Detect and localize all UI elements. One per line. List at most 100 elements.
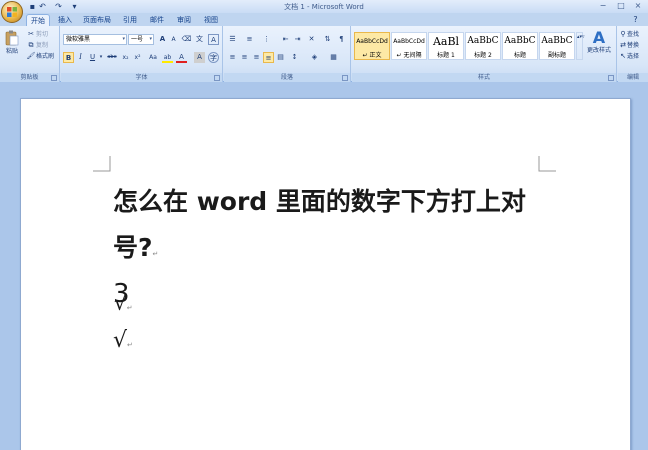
check-under-digit[interactable]: √↵: [114, 292, 133, 319]
style-preview: AaBbC: [467, 36, 499, 46]
distributed-icon[interactable]: ▤: [275, 52, 286, 63]
align-right-icon[interactable]: ≡: [251, 52, 262, 63]
style-name: ↵ 无间隔: [396, 52, 422, 59]
standalone-check[interactable]: √↵: [113, 328, 133, 358]
paste-label: 粘贴: [5, 48, 18, 55]
heading-text: 怎么在 word 里面的数字下方打上对号?: [113, 187, 526, 262]
document-heading[interactable]: 怎么在 word 里面的数字下方打上对号?↵: [113, 179, 553, 277]
replace-label: 替换: [627, 42, 640, 49]
enclose-char-button[interactable]: 字: [208, 52, 219, 63]
superscript-button[interactable]: x²: [132, 52, 143, 63]
subscript-button[interactable]: x₂: [120, 52, 131, 63]
tab-insert[interactable]: 插入: [54, 14, 76, 26]
font-group-label: 字体: [61, 73, 222, 82]
increase-indent-icon[interactable]: ⇥: [292, 34, 303, 45]
styles-group-label: 样式: [352, 73, 616, 82]
close-button[interactable]: ×: [631, 1, 645, 11]
change-styles-label: 更改样式: [586, 47, 611, 54]
sort-icon[interactable]: ⇅: [322, 34, 333, 45]
shrink-font-button[interactable]: A: [168, 34, 179, 45]
styles-scroll-icon[interactable]: ▴▾▿: [576, 32, 585, 60]
style-no-spacing[interactable]: AaBbCcDd ↵ 无间隔: [391, 32, 427, 60]
binoculars-icon: ⚲: [620, 30, 626, 38]
font-launcher-icon[interactable]: [214, 75, 220, 81]
window-title: 文档 1 - Microsoft Word: [284, 3, 364, 11]
show-marks-icon[interactable]: ¶: [336, 34, 347, 45]
cut-button[interactable]: ✂ 剪切: [26, 29, 48, 40]
style-preview: AaBbC: [504, 36, 536, 46]
change-styles-icon: A: [592, 28, 606, 47]
italic-button[interactable]: I: [75, 52, 86, 63]
char-border-button[interactable]: A: [208, 34, 219, 45]
style-normal[interactable]: AaBbCcDd ↵ 正文: [354, 32, 390, 60]
highlight-button[interactable]: ab: [162, 52, 173, 63]
brush-icon: 🖌: [26, 52, 36, 60]
office-button[interactable]: [1, 1, 23, 23]
clipboard-launcher-icon[interactable]: [51, 75, 57, 81]
chevron-down-icon[interactable]: ▾: [98, 52, 104, 63]
styles-launcher-icon[interactable]: [608, 75, 614, 81]
shading-icon[interactable]: ◈: [309, 52, 320, 63]
find-label: 查找: [627, 31, 640, 38]
phonetic-guide-button[interactable]: 文: [194, 34, 205, 45]
bullets-icon[interactable]: ☰: [227, 34, 238, 45]
style-name: 副标题: [547, 52, 566, 59]
style-heading-1[interactable]: AaBl 标题 1: [428, 32, 464, 60]
multilevel-list-icon[interactable]: ⋮: [261, 34, 272, 45]
align-left-icon[interactable]: ≡: [227, 52, 238, 63]
paragraph-mark-icon: ↵: [152, 250, 159, 258]
editing-group-label: 编辑: [618, 73, 648, 82]
style-heading-2[interactable]: AaBbC 标题 2: [465, 32, 501, 60]
tab-page-layout[interactable]: 页面布局: [80, 14, 114, 26]
change-styles-button[interactable]: A 更改样式: [584, 29, 614, 65]
help-icon[interactable]: ?: [631, 15, 640, 24]
decrease-indent-icon[interactable]: ⇤: [280, 34, 291, 45]
copy-button[interactable]: ⧉ 复制: [26, 40, 49, 51]
tab-view[interactable]: 视图: [200, 14, 222, 26]
font-color-button[interactable]: A: [176, 52, 187, 63]
margin-corner-top-right: [538, 156, 556, 172]
tab-references[interactable]: 引用: [119, 14, 141, 26]
margin-corner-top-left: [93, 156, 111, 172]
align-center-icon[interactable]: ≡: [239, 52, 250, 63]
justify-icon[interactable]: ≡: [263, 52, 274, 63]
select-button[interactable]: ↖选择: [619, 51, 639, 62]
cut-label: 剪切: [36, 31, 49, 38]
font-size-value: 一号: [131, 36, 144, 43]
style-preview: AaBl: [432, 35, 460, 48]
format-painter-button[interactable]: 🖌格式刷: [26, 51, 54, 62]
underline-button[interactable]: U: [87, 52, 98, 63]
line-spacing-icon[interactable]: ↕: [289, 52, 300, 63]
char-shading-button[interactable]: A: [194, 52, 205, 63]
style-preview: AaBbC: [541, 36, 573, 46]
document-page[interactable]: 怎么在 word 里面的数字下方打上对号?↵ 3 √↵ √↵: [20, 98, 631, 450]
maximize-button[interactable]: □: [614, 1, 628, 11]
style-name: ↵ 正文: [362, 52, 382, 59]
replace-button[interactable]: ⇄替换: [619, 40, 639, 51]
chevron-down-icon: ▾: [149, 36, 152, 42]
borders-icon[interactable]: ▦: [328, 52, 339, 63]
numbering-icon[interactable]: ≡: [244, 34, 255, 45]
change-case-button[interactable]: Aa: [146, 52, 160, 63]
tab-review[interactable]: 审阅: [173, 14, 195, 26]
chinese-layout-icon[interactable]: ✕: [306, 34, 317, 45]
font-name-select[interactable]: 微软雅黑 ▾: [63, 34, 127, 45]
paragraph-mark-icon: ↵: [126, 304, 133, 312]
tab-home[interactable]: 开始: [26, 14, 50, 26]
minimize-button[interactable]: −: [596, 1, 610, 11]
paste-button[interactable]: 粘贴: [3, 29, 21, 65]
replace-icon: ⇄: [620, 41, 626, 49]
tab-mailings[interactable]: 邮件: [146, 14, 168, 26]
style-name: 标题: [513, 52, 526, 59]
font-size-select[interactable]: 一号 ▾: [128, 34, 154, 45]
select-arrow-icon: ↖: [620, 52, 626, 60]
bold-button[interactable]: B: [63, 52, 74, 63]
grow-font-button[interactable]: A: [157, 34, 168, 45]
style-title[interactable]: AaBbC 标题: [502, 32, 538, 60]
paste-icon: [5, 30, 19, 46]
paragraph-launcher-icon[interactable]: [342, 75, 348, 81]
find-button[interactable]: ⚲查找: [619, 29, 639, 40]
strikethrough-button[interactable]: abe: [105, 52, 119, 63]
style-subtitle[interactable]: AaBbC 副标题: [539, 32, 575, 60]
clear-format-icon[interactable]: ⌫: [181, 34, 192, 45]
